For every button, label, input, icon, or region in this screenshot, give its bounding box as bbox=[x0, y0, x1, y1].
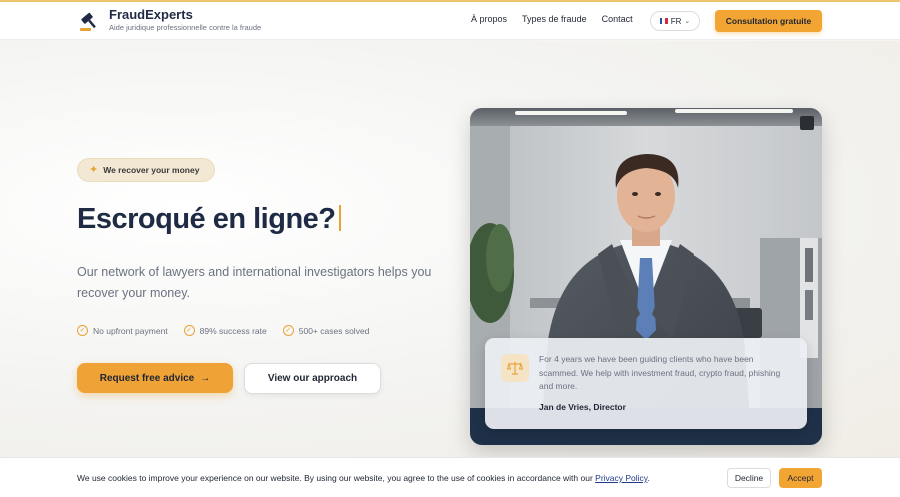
brand-name: FraudExperts bbox=[109, 7, 193, 22]
hero-badge: ✦ We recover your money bbox=[77, 158, 215, 182]
hero-title-text: Escroqué en ligne? bbox=[77, 203, 336, 235]
language-selector[interactable]: FR ⌄ bbox=[650, 11, 700, 31]
site-header: FraudExperts Aide juridique professionne… bbox=[0, 2, 900, 40]
free-consultation-button[interactable]: Consultation gratuite bbox=[715, 10, 822, 32]
view-approach-button[interactable]: View our approach bbox=[244, 363, 381, 394]
nav-contact[interactable]: Contact bbox=[602, 14, 633, 24]
scales-icon bbox=[501, 354, 529, 382]
request-advice-button[interactable]: Request free advice → bbox=[77, 363, 233, 393]
accept-cookies-button[interactable]: Accept bbox=[779, 468, 822, 488]
cookie-banner: We use cookies to improve your experienc… bbox=[0, 457, 900, 497]
sparkle-icon: ✦ bbox=[89, 164, 99, 176]
privacy-policy-link[interactable]: Privacy Policy bbox=[595, 473, 647, 483]
nav-about[interactable]: À propos bbox=[471, 14, 507, 24]
chevron-down-icon: ⌄ bbox=[684, 18, 691, 25]
french-flag-icon bbox=[659, 18, 668, 24]
badge-label: We recover your money bbox=[103, 165, 200, 175]
request-advice-label: Request free advice bbox=[99, 372, 195, 384]
brand-tagline: Aide juridique professionnelle contre la… bbox=[109, 23, 262, 32]
benefit-label: 89% success rate bbox=[199, 325, 267, 336]
arrow-right-icon: → bbox=[200, 372, 211, 384]
benefit-item: ✓ 89% success rate bbox=[183, 325, 267, 336]
testimonial-card: For 4 years we have been guiding clients… bbox=[485, 338, 807, 429]
typing-caret bbox=[338, 205, 341, 231]
nav-fraud-types[interactable]: Types de fraude bbox=[522, 14, 587, 24]
logo[interactable]: FraudExperts Aide juridique professionne… bbox=[78, 8, 261, 33]
hero-lead: Our network of lawyers and international… bbox=[77, 265, 432, 300]
testimonial-author: Jan de Vries, Director bbox=[539, 402, 626, 412]
gavel-icon bbox=[80, 12, 96, 31]
benefit-item: ✓ 500+ cases solved bbox=[282, 325, 370, 336]
hero-benefits: ✓ No upfront payment ✓ 89% success rate … bbox=[77, 325, 369, 336]
check-circle-icon: ✓ bbox=[183, 325, 195, 336]
check-circle-icon: ✓ bbox=[282, 325, 294, 336]
hero-title: Escroqué en ligne? bbox=[77, 203, 341, 236]
cookie-suffix: . bbox=[647, 473, 650, 483]
testimonial-text: For 4 years we have been guiding clients… bbox=[539, 354, 781, 391]
check-circle-icon: ✓ bbox=[77, 325, 88, 336]
language-code: FR bbox=[670, 16, 682, 26]
cookie-text: We use cookies to improve your experienc… bbox=[77, 473, 596, 483]
benefit-label: No upfront payment bbox=[93, 325, 168, 336]
decline-cookies-button[interactable]: Decline bbox=[727, 468, 771, 488]
benefit-item: ✓ No upfront payment bbox=[77, 325, 168, 336]
cookie-message: We use cookies to improve your experienc… bbox=[77, 473, 650, 483]
benefit-label: 500+ cases solved bbox=[298, 325, 370, 336]
main-nav: À propos Types de fraude Contact bbox=[471, 14, 633, 24]
